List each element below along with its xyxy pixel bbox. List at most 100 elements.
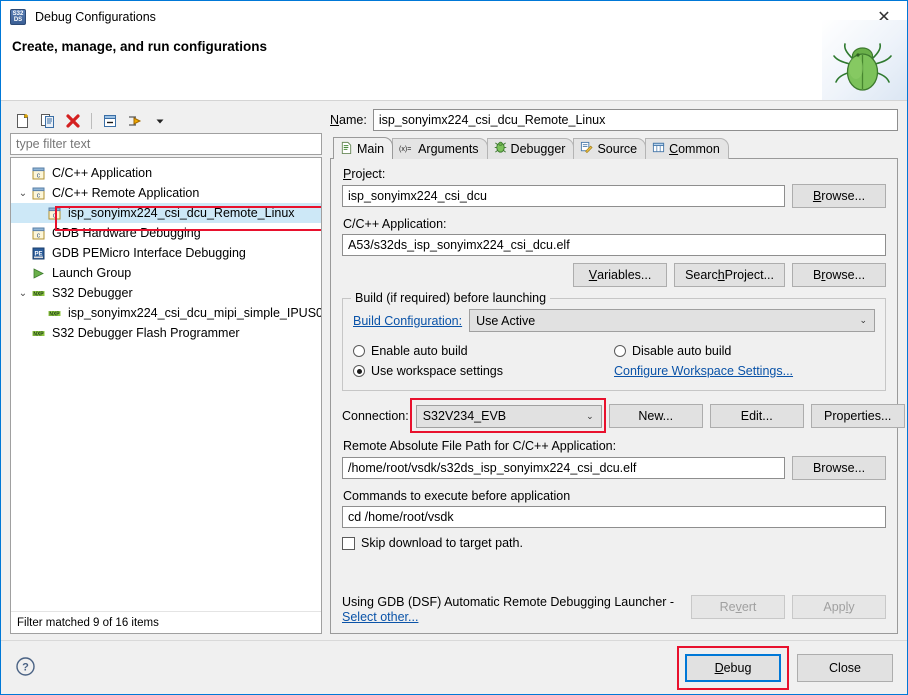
svg-text:c: c bbox=[37, 172, 41, 179]
tab-label: Main bbox=[357, 142, 384, 156]
chevron-down-icon: ⌄ bbox=[586, 411, 597, 422]
build-group-title: Build (if required) before launching bbox=[351, 291, 550, 305]
application-browse-button[interactable]: Browse... bbox=[792, 263, 886, 287]
tree-item-c-application[interactable]: c C/C++ Application bbox=[11, 163, 321, 183]
configurations-panel: type filter text c C/C++ Application bbox=[10, 109, 322, 634]
launch-group-icon bbox=[31, 266, 48, 281]
chevron-down-icon[interactable]: ⌄ bbox=[15, 288, 31, 299]
page-title: Create, manage, and run configurations bbox=[1, 32, 267, 54]
use-workspace-settings-radio[interactable]: Use workspace settings bbox=[353, 361, 614, 381]
chevron-down-icon: ⌄ bbox=[859, 315, 870, 326]
connection-edit-button[interactable]: Edit... bbox=[710, 404, 804, 428]
config-name-input[interactable]: isp_sonyimx224_csi_dcu_Remote_Linux bbox=[373, 109, 898, 131]
tab-label: Common bbox=[669, 142, 720, 156]
chevron-down-icon[interactable]: ⌄ bbox=[15, 188, 31, 199]
commands-input[interactable]: cd /home/root/vsdk bbox=[342, 506, 886, 528]
pemicro-icon: PE bbox=[31, 246, 48, 261]
svg-text:(x)=: (x)= bbox=[399, 146, 411, 153]
build-radios: Enable auto build Use workspace settings… bbox=[353, 341, 875, 381]
svg-text:NXP: NXP bbox=[49, 311, 60, 317]
debug-button[interactable]: Debug bbox=[685, 654, 781, 682]
application-buttons: Variables... Search Project... Browse... bbox=[342, 263, 886, 287]
enable-auto-build-radio[interactable]: Enable auto build bbox=[353, 341, 614, 361]
remote-path-row: /home/root/vsdk/s32ds_isp_sonyimx224_csi… bbox=[342, 456, 886, 480]
configure-workspace-settings-link[interactable]: Configure Workspace Settings... bbox=[614, 364, 793, 378]
tree-item-isp-mipi-simple[interactable]: NXP isp_sonyimx224_csi_dcu_mipi_simple_I… bbox=[11, 303, 321, 323]
tree-item-label: C/C++ Application bbox=[48, 166, 152, 180]
configure-workspace-settings-link-row: Configure Workspace Settings... bbox=[614, 361, 875, 381]
help-question-icon[interactable]: ? bbox=[15, 656, 36, 680]
tree-item-label: S32 Debugger Flash Programmer bbox=[48, 326, 240, 340]
tree-item-label: Launch Group bbox=[48, 266, 131, 280]
tree-item-launch-group[interactable]: Launch Group bbox=[11, 263, 321, 283]
radio-indicator-selected bbox=[353, 365, 365, 377]
variables-button[interactable]: Variables... bbox=[573, 263, 667, 287]
application-label: C/C++ Application: bbox=[343, 217, 886, 231]
arguments-icon: (x)= bbox=[399, 142, 414, 157]
new-document-icon[interactable] bbox=[12, 110, 34, 132]
tree-item-label: GDB Hardware Debugging bbox=[48, 226, 201, 240]
tree-item-label: C/C++ Remote Application bbox=[48, 186, 199, 200]
delete-x-icon[interactable] bbox=[62, 110, 84, 132]
tab-common[interactable]: Common bbox=[645, 138, 729, 159]
project-browse-button[interactable]: Browse... bbox=[792, 184, 886, 208]
skip-download-label: Skip download to target path. bbox=[361, 536, 523, 550]
c-app-icon: c bbox=[47, 206, 64, 221]
footer-buttons: Debug Close bbox=[677, 646, 893, 690]
c-app-icon: c bbox=[31, 186, 48, 201]
commands-label: Commands to execute before application bbox=[343, 489, 886, 503]
svg-text:c: c bbox=[53, 212, 57, 219]
tree-item-gdb-hardware-debugging[interactable]: c GDB Hardware Debugging bbox=[11, 223, 321, 243]
revert-button[interactable]: Revert bbox=[691, 595, 785, 619]
tree-item-isp-remote-linux[interactable]: c isp_sonyimx224_csi_dcu_Remote_Linux bbox=[11, 203, 321, 223]
tab-arguments[interactable]: (x)= Arguments bbox=[392, 138, 487, 159]
tree-item-gdb-pemicro[interactable]: PE GDB PEMicro Interface Debugging bbox=[11, 243, 321, 263]
search-project-button[interactable]: Search Project... bbox=[674, 263, 785, 287]
svg-text:NXP: NXP bbox=[33, 291, 44, 297]
svg-text:c: c bbox=[37, 232, 41, 239]
tab-main[interactable]: Main bbox=[333, 137, 393, 159]
build-configuration-combo[interactable]: Use Active ⌄ bbox=[469, 309, 875, 332]
chevron-down-icon[interactable] bbox=[149, 110, 171, 132]
connection-new-button[interactable]: New... bbox=[609, 404, 703, 428]
tab-source[interactable]: Source bbox=[573, 138, 646, 159]
configurations-toolbar bbox=[10, 109, 322, 133]
table-icon bbox=[652, 141, 665, 157]
tree-item-label: isp_sonyimx224_csi_dcu_mipi_simple_IPUS0 bbox=[64, 306, 321, 320]
nxp-icon: NXP bbox=[47, 306, 64, 321]
apply-button[interactable]: Apply bbox=[792, 595, 886, 619]
copy-icon[interactable] bbox=[37, 110, 59, 132]
application-input[interactable]: A53/s32ds_isp_sonyimx224_csi_dcu.elf bbox=[342, 234, 886, 256]
remote-path-browse-button[interactable]: Browse... bbox=[792, 456, 886, 480]
build-configuration-link[interactable]: Build Configuration: bbox=[353, 314, 462, 328]
c-app-icon: c bbox=[31, 226, 48, 241]
tab-label: Debugger bbox=[511, 142, 566, 156]
select-other-link[interactable]: Select other... bbox=[342, 610, 418, 624]
connection-label: Connection: bbox=[342, 409, 409, 423]
tree-item-s32-debugger[interactable]: ⌄ NXP S32 Debugger bbox=[11, 283, 321, 303]
filter-input[interactable]: type filter text bbox=[10, 133, 322, 155]
checkbox-indicator bbox=[342, 537, 355, 550]
tab-label: Arguments bbox=[418, 142, 478, 156]
close-button[interactable]: Close bbox=[797, 654, 893, 682]
tree-item-s32-flash-programmer[interactable]: NXP S32 Debugger Flash Programmer bbox=[11, 323, 321, 343]
connection-combo[interactable]: S32V234_EVB ⌄ bbox=[416, 405, 602, 428]
skip-download-checkbox-row[interactable]: Skip download to target path. bbox=[342, 536, 886, 550]
dialog-body: type filter text c C/C++ Application bbox=[1, 101, 907, 634]
build-config-row: Build Configuration: Use Active ⌄ bbox=[353, 309, 875, 332]
connection-properties-button[interactable]: Properties... bbox=[811, 404, 905, 428]
configurations-tree[interactable]: c C/C++ Application ⌄ c bbox=[11, 158, 321, 611]
config-name-row: Name: isp_sonyimx224_csi_dcu_Remote_Linu… bbox=[330, 109, 898, 131]
launcher-buttons: Revert Apply bbox=[691, 595, 886, 619]
tree-item-c-remote-application[interactable]: ⌄ c C/C++ Remote Application bbox=[11, 183, 321, 203]
tab-debugger[interactable]: Debugger bbox=[487, 138, 575, 159]
remote-path-input[interactable]: /home/root/vsdk/s32ds_isp_sonyimx224_csi… bbox=[342, 457, 785, 479]
disable-auto-build-label: Disable auto build bbox=[632, 344, 731, 358]
c-app-icon: c bbox=[31, 166, 48, 181]
project-row: isp_sonyimx224_csi_dcu Browse... bbox=[342, 184, 886, 208]
filter-arrow-icon[interactable] bbox=[124, 110, 146, 132]
svg-text:NXP: NXP bbox=[33, 331, 44, 337]
collapse-all-icon[interactable] bbox=[99, 110, 121, 132]
disable-auto-build-radio[interactable]: Disable auto build bbox=[614, 341, 875, 361]
project-input[interactable]: isp_sonyimx224_csi_dcu bbox=[342, 185, 785, 207]
